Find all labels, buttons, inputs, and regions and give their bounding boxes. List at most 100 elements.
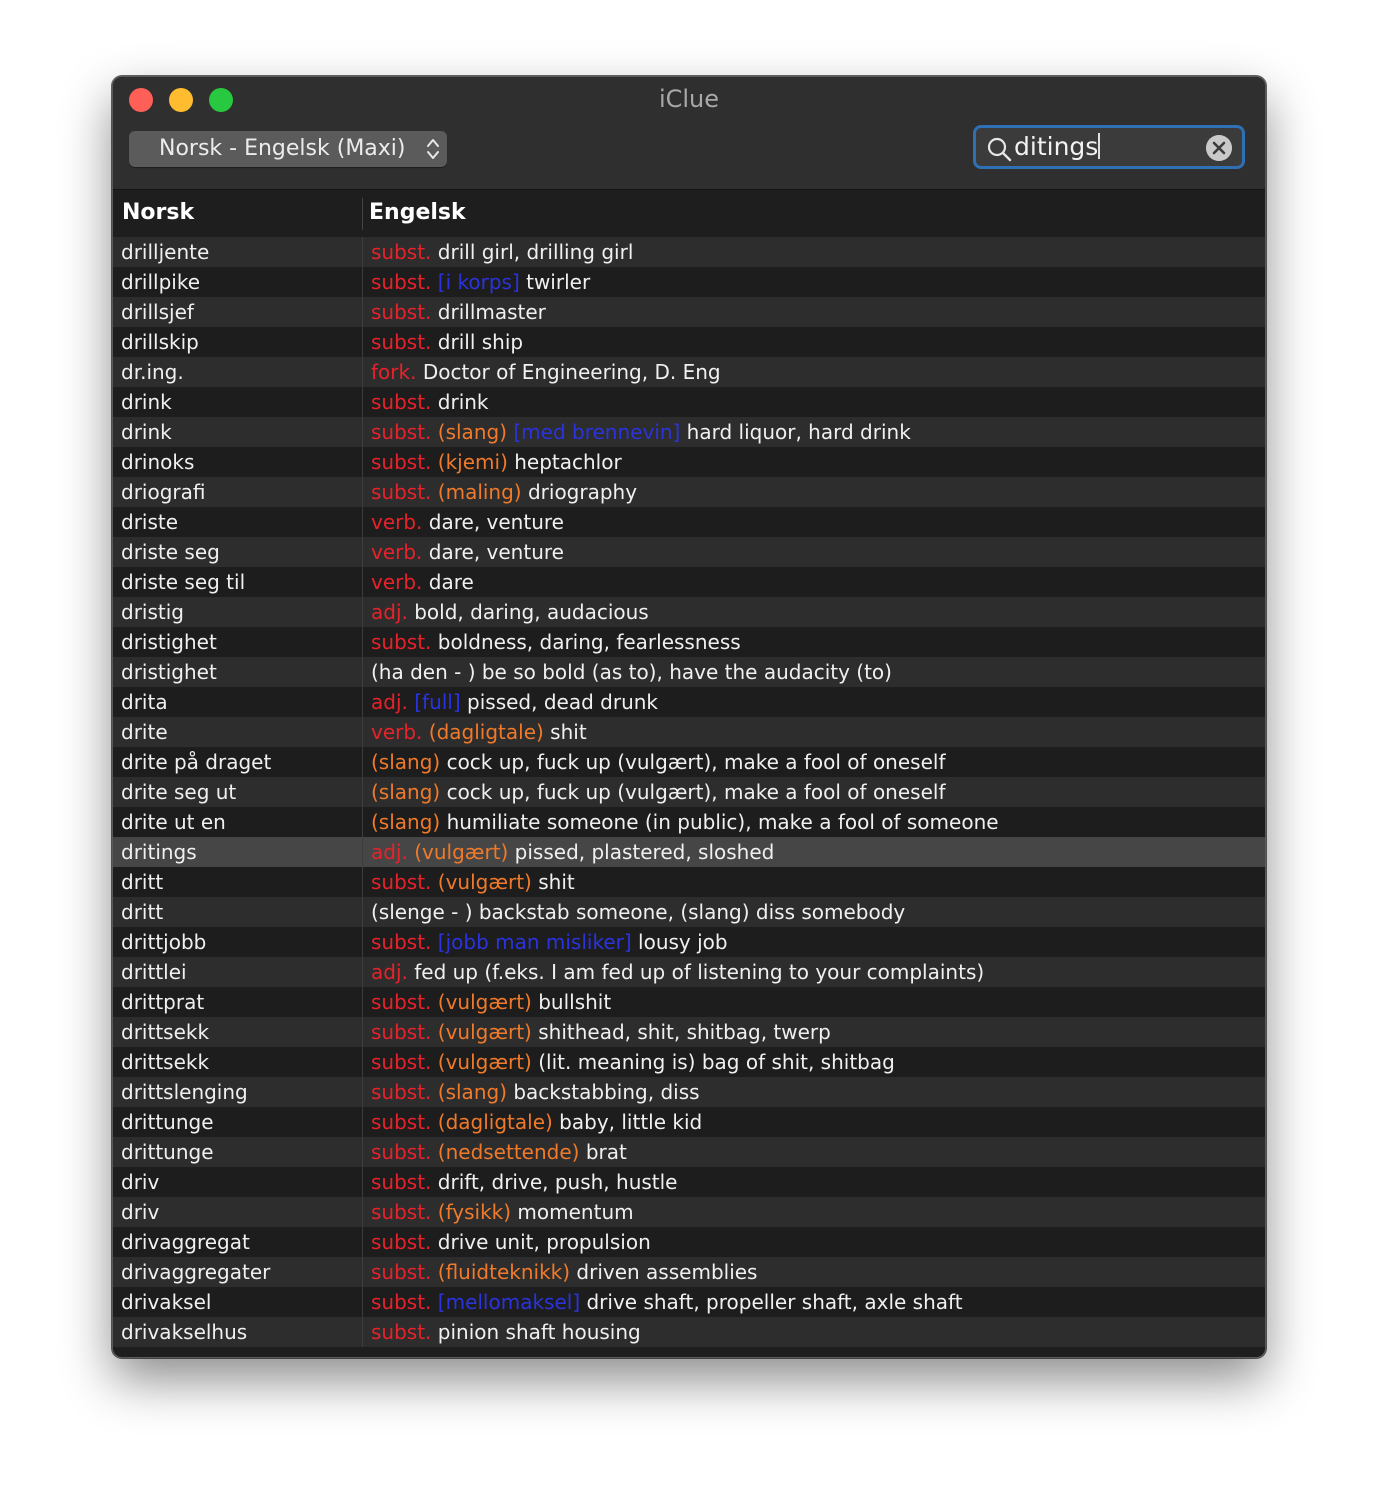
row-translation: subst. (fysikk) momentum [371,1197,634,1227]
row-part-of-speech: subst. [371,240,432,264]
table-row[interactable]: dritt (slenge - ) backstab someone, (slan… [113,897,1265,927]
table-row[interactable]: drittjobb subst. [jobb man misliker] lous… [113,927,1265,957]
row-translation: fork. Doctor of Engineering, D. Eng [371,357,721,387]
table-row[interactable]: dr.ing. fork. Doctor of Engineering, D. E… [113,357,1265,387]
row-translation-text: dare [428,570,474,594]
row-translation-text: drive shaft, propeller shaft, axle shaft [586,1290,963,1314]
table-row[interactable]: driv subst. drift, drive, push, hustle [113,1167,1265,1197]
row-part-of-speech: verb. [371,510,423,534]
table-row[interactable]: drittprat subst. (vulgært) bullshit [113,987,1265,1017]
table-row[interactable]: drinoks subst. (kjemi) heptachlor [113,447,1265,477]
table-row[interactable]: drite verb. (dagligtale) shit [113,717,1265,747]
column-divider[interactable] [362,198,363,230]
row-translation-text: drill ship [437,330,524,354]
row-word: drittsekk [121,1050,210,1074]
row-part-of-speech: subst. [371,330,432,354]
table-row[interactable]: drita adj. [full] pissed, dead drunk [113,687,1265,717]
row-translation: subst. drill ship [371,327,523,357]
table-row[interactable]: drittunge subst. (dagligtale) baby, littl… [113,1107,1265,1137]
row-word: drivaggregater [121,1260,271,1284]
search-input[interactable]: ditings [1014,132,1101,161]
table-row[interactable]: driste seg til verb. dare [113,567,1265,597]
row-usage-note: (slang) [437,1080,507,1104]
dictionary-selector-label: Norsk - Engelsk (Maxi) [159,136,406,161]
table-row[interactable]: drivaksel subst. [mellomaksel] drive shaf… [113,1287,1265,1317]
table-row[interactable]: drittlei adj. fed up (f.eks. I am fed up … [113,957,1265,987]
row-translation: (slang) cock up, fuck up (vulgært), make… [371,747,945,777]
row-translation-text: drive unit, propulsion [437,1230,651,1254]
row-part-of-speech: subst. [371,420,432,444]
table-row[interactable]: drivakselhus subst. pinion shaft housing [113,1317,1265,1347]
table-row[interactable]: dristighet subst. boldness, daring, fearl… [113,627,1265,657]
row-word: driv [121,1170,160,1194]
row-usage-note: (fluidteknikk) [437,1260,571,1284]
row-translation: subst. [mellomaksel] drive shaft, propel… [371,1287,963,1317]
table-row[interactable]: dritt subst. (vulgært) shit [113,867,1265,897]
table-row[interactable]: drittunge subst. (nedsettende) brat [113,1137,1265,1167]
row-usage-note: (fysikk) [437,1200,512,1224]
row-word: driste seg [121,540,220,564]
row-usage-note: (dagligtale) [428,720,544,744]
row-part-of-speech: subst. [371,930,432,954]
row-translation-text: (slenge - ) backstab someone, (slang) di… [371,900,906,924]
row-divider [362,537,363,567]
table-row[interactable]: dristighet (ha den - ) be so bold (as to)… [113,657,1265,687]
row-divider [362,447,363,477]
row-translation-text: backstabbing, diss [513,1080,700,1104]
row-translation-text: shit [550,720,587,744]
table-row[interactable]: drivaggregater subst. (fluidteknikk) driv… [113,1257,1265,1287]
row-part-of-speech: subst. [371,1290,432,1314]
dictionary-selector[interactable]: Norsk - Engelsk (Maxi) [129,131,447,167]
table-row[interactable]: driste verb. dare, venture [113,507,1265,537]
table-row[interactable]: drittslenging subst. (slang) backstabbing… [113,1077,1265,1107]
row-part-of-speech: subst. [371,450,432,474]
table-row[interactable]: drittsekk subst. (vulgært) shithead, shit… [113,1017,1265,1047]
row-translation-text: drillmaster [437,300,546,324]
row-translation: subst. (slang) backstabbing, diss [371,1077,700,1107]
row-translation: subst. (kjemi) heptachlor [371,447,622,477]
table-row[interactable]: drite ut en (slang) humiliate someone (in… [113,807,1265,837]
column-header-norsk[interactable]: Norsk [122,200,194,225]
row-word: drivaggregat [121,1230,250,1254]
table-row[interactable]: drittsekk subst. (vulgært) (lit. meaning … [113,1047,1265,1077]
app-window: iClue Norsk - Engelsk (Maxi) ditings Nor… [112,76,1266,1358]
row-part-of-speech: verb. [371,540,423,564]
row-divider [362,1077,363,1107]
row-part-of-speech: subst. [371,1020,432,1044]
table-row[interactable]: driografi subst. (maling) driography [113,477,1265,507]
table-row[interactable]: dritings adj. (vulgært) pissed, plastered… [113,837,1265,867]
row-translation-text: momentum [517,1200,634,1224]
row-translation-text: heptachlor [514,450,622,474]
row-word: drink [121,420,172,444]
row-translation: subst. drift, drive, push, hustle [371,1167,678,1197]
table-row[interactable]: drink subst. drink [113,387,1265,417]
row-translation-text: shithead, shit, shitbag, twerp [538,1020,831,1044]
row-usage-note: (vulgært) [437,870,532,894]
row-usage-note: (slang) [371,780,441,804]
table-row[interactable]: drilljente subst. drill girl, drilling gi… [113,237,1265,267]
row-translation-text: hard liquor, hard drink [686,420,911,444]
table-row[interactable]: drivaggregat subst. drive unit, propulsio… [113,1227,1265,1257]
clear-search-icon[interactable] [1206,135,1232,161]
row-usage-note: (slang) [371,810,441,834]
row-translation-text: twirler [526,270,591,294]
row-divider [362,1197,363,1227]
row-word: drilljente [121,240,210,264]
row-divider [362,1047,363,1077]
table-row[interactable]: drillpike subst. [i korps] twirler [113,267,1265,297]
row-translation: subst. [i korps] twirler [371,267,590,297]
table-row[interactable]: dristig adj. bold, daring, audacious [113,597,1265,627]
search-field[interactable]: ditings [973,125,1245,169]
table-row[interactable]: driste seg verb. dare, venture [113,537,1265,567]
table-row[interactable]: drillsjef subst. drillmaster [113,297,1265,327]
row-translation: subst. (vulgært) (lit. meaning is) bag o… [371,1047,895,1077]
table-row[interactable]: drite på draget (slang) cock up, fuck up … [113,747,1265,777]
table-header: Norsk Engelsk [113,190,1265,239]
table-row[interactable]: driv subst. (fysikk) momentum [113,1197,1265,1227]
row-translation-text: cock up, fuck up (vulgært), make a fool … [446,780,946,804]
table-row[interactable]: drillskip subst. drill ship [113,327,1265,357]
table-row[interactable]: drink subst. (slang) [med brennevin] hard… [113,417,1265,447]
table-row[interactable]: drite seg ut (slang) cock up, fuck up (vu… [113,777,1265,807]
column-header-engelsk[interactable]: Engelsk [369,200,466,225]
row-word: dristig [121,600,184,624]
